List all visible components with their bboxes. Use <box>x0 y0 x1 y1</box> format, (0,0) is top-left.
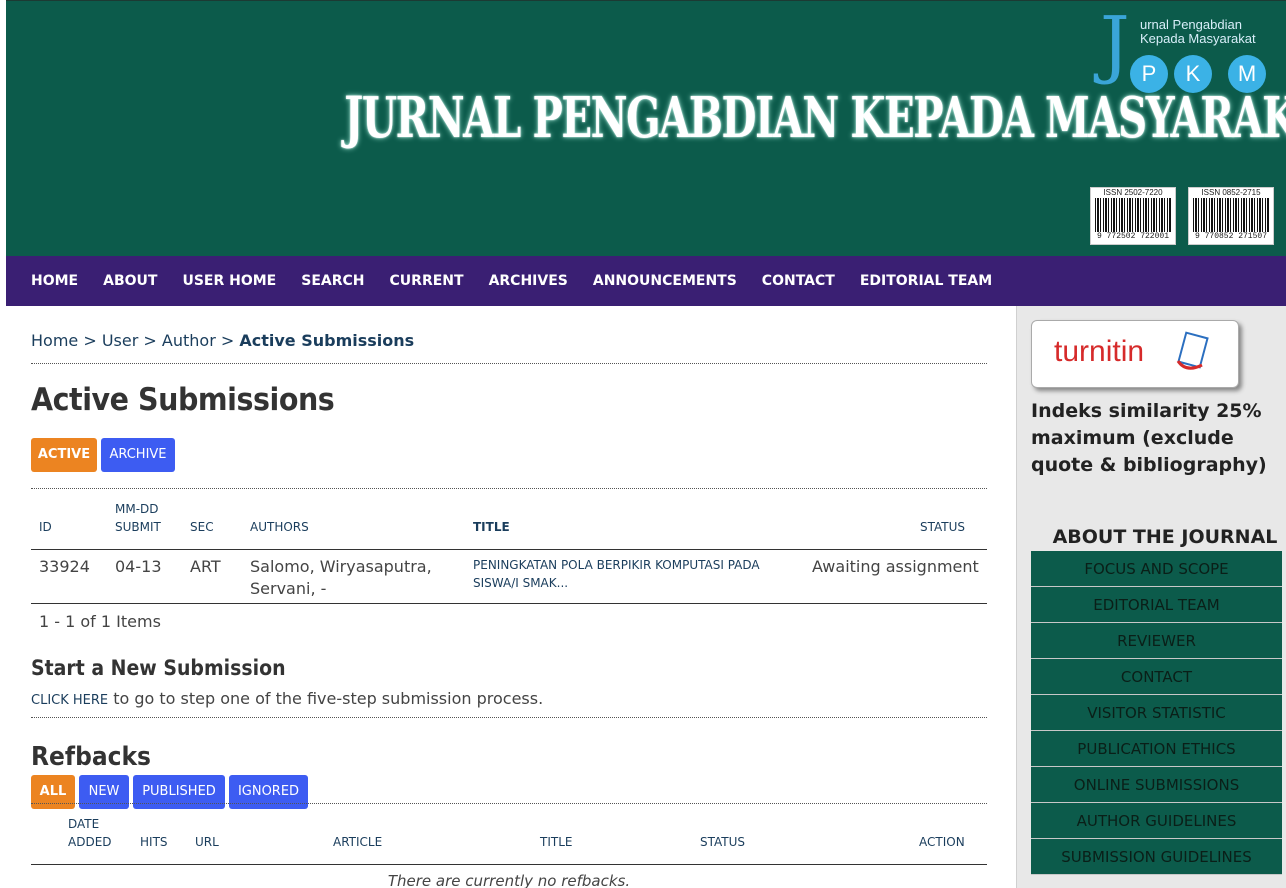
similarity-note: Indeks similarity 25% maximum (exclude q… <box>1031 400 1267 476</box>
nav-archives[interactable]: ARCHIVES <box>489 273 568 289</box>
issn-label: ISSN 2502-7220 <box>1103 188 1163 197</box>
cell-sec: ART <box>190 557 221 576</box>
breadcrumb-separator: > <box>83 331 97 350</box>
click-here-link[interactable]: CLICK HERE <box>31 693 108 708</box>
nav-contact[interactable]: CONTACT <box>762 273 835 289</box>
table-end-rule <box>31 603 987 604</box>
ref-col-title[interactable]: TITLE <box>540 833 572 851</box>
about-journal-menu: FOCUS AND SCOPE EDITORIAL TEAM REVIEWER … <box>1031 551 1282 875</box>
ref-col-action[interactable]: ACTION <box>919 833 965 851</box>
breadcrumb-separator: > <box>220 331 235 350</box>
about-journal-heading: ABOUT THE JOURNAL <box>1052 526 1278 548</box>
new-submission-text: CLICK HERE to go to step one of the five… <box>31 689 543 708</box>
barcode-number: 9 770852 271507 <box>1194 232 1267 241</box>
ref-col-date-line2[interactable]: ADDED <box>68 833 112 851</box>
table-header-rule <box>31 549 987 550</box>
breadcrumb-separator: > <box>143 331 157 350</box>
logo-text-line1: urnal Pengabdian <box>1140 17 1242 32</box>
nav-home[interactable]: HOME <box>31 273 78 289</box>
cell-id: 33924 <box>39 557 90 576</box>
breadcrumb-home[interactable]: Home <box>31 331 78 350</box>
menu-author-guidelines[interactable]: AUTHOR GUIDELINES <box>1031 803 1282 839</box>
breadcrumb: Home > User > Author > Active Submission… <box>31 331 414 350</box>
ref-col-url[interactable]: URL <box>195 833 219 851</box>
nav-user-home[interactable]: USER HOME <box>182 273 276 289</box>
turnitin-logo-text: turnitin <box>1054 335 1145 368</box>
col-header-date-line2[interactable]: SUBMIT <box>115 518 161 536</box>
ref-col-article[interactable]: ARTICLE <box>333 833 382 851</box>
cell-authors: Salomo, Wiryasaputra, Servani, - <box>250 557 432 598</box>
no-refbacks-message: There are currently no refbacks. <box>387 872 631 888</box>
col-header-title[interactable]: TITLE <box>473 518 510 536</box>
menu-submission-guidelines[interactable]: SUBMISSION GUIDELINES <box>1031 839 1282 875</box>
logo-text-line2: Kepada Masyarakat <box>1140 31 1256 46</box>
col-header-status[interactable]: STATUS <box>920 518 965 536</box>
issn-barcode-online: ISSN 0852-2715 9 770852 271507 <box>1188 187 1274 245</box>
col-header-authors[interactable]: AUTHORS <box>250 518 309 536</box>
menu-publication-ethics[interactable]: PUBLICATION ETHICS <box>1031 731 1282 767</box>
ref-header-rule <box>31 864 987 865</box>
logo-circle-k: K <box>1174 55 1212 93</box>
logo-circle-m: M <box>1228 55 1266 93</box>
refbacks-heading: Refbacks <box>31 742 151 772</box>
logo-circle-p: P <box>1130 55 1168 93</box>
main-navigation: HOME ABOUT USER HOME SEARCH CURRENT ARCH… <box>6 256 1286 306</box>
divider <box>31 803 987 804</box>
col-header-id[interactable]: ID <box>39 518 52 536</box>
nav-search[interactable]: SEARCH <box>301 273 364 289</box>
divider <box>31 488 987 489</box>
journal-logo[interactable]: J urnal Pengabdian Kepada Masyarakat P K… <box>1098 7 1278 99</box>
nav-about[interactable]: ABOUT <box>103 273 157 289</box>
nav-editorial-team[interactable]: EDITORIAL TEAM <box>860 273 992 289</box>
nav-current[interactable]: CURRENT <box>390 273 464 289</box>
ref-col-date-line1[interactable]: DATE <box>68 815 99 833</box>
menu-online-submissions[interactable]: ONLINE SUBMISSIONS <box>1031 767 1282 803</box>
barcode-bars <box>1095 198 1171 232</box>
col-header-date-line1[interactable]: MM-DD <box>115 500 159 518</box>
turnitin-document-icon <box>1176 331 1209 370</box>
cell-title-link[interactable]: PENINGKATAN POLA BERPIKIR KOMPUTASI PADA… <box>473 556 773 592</box>
issn-barcode-print: ISSN 2502-7220 9 772502 722001 <box>1090 187 1176 245</box>
new-submission-heading: Start a New Submission <box>31 656 286 680</box>
tab-archive[interactable]: ARCHIVE <box>101 438 175 472</box>
ref-col-status[interactable]: STATUS <box>700 833 745 851</box>
nav-announcements[interactable]: ANNOUNCEMENTS <box>593 273 737 289</box>
issn-label: ISSN 0852-2715 <box>1201 188 1261 197</box>
page-title: Active Submissions <box>31 382 335 418</box>
cell-date: 04-13 <box>115 557 162 576</box>
pagination-info: 1 - 1 of 1 Items <box>39 612 161 631</box>
divider <box>31 363 987 364</box>
ref-col-hits[interactable]: HITS <box>140 833 168 851</box>
turnitin-banner[interactable]: turnitin <box>1031 320 1239 388</box>
logo-j-glyph: J <box>1100 1 1130 87</box>
barcode-number: 9 772502 722001 <box>1096 232 1169 241</box>
breadcrumb-user[interactable]: User <box>102 331 138 350</box>
divider <box>31 717 987 718</box>
cell-status: Awaiting assignment <box>812 557 979 576</box>
menu-focus-and-scope[interactable]: FOCUS AND SCOPE <box>1031 551 1282 587</box>
menu-contact[interactable]: CONTACT <box>1031 659 1282 695</box>
menu-editorial-team[interactable]: EDITORIAL TEAM <box>1031 587 1282 623</box>
site-header: JURNAL PENGABDIAN KEPADA MASYARAKAT J ur… <box>6 0 1286 256</box>
new-submission-description: to go to step one of the five-step submi… <box>108 689 544 708</box>
tab-active[interactable]: ACTIVE <box>31 438 97 472</box>
barcode-bars <box>1193 198 1269 232</box>
menu-reviewer[interactable]: REVIEWER <box>1031 623 1282 659</box>
breadcrumb-author[interactable]: Author <box>162 331 216 350</box>
sidebar: turnitin Indeks similarity 25% maximum (… <box>1016 306 1286 888</box>
breadcrumb-current[interactable]: Active Submissions <box>239 331 414 350</box>
menu-visitor-statistic[interactable]: VISITOR STATISTIC <box>1031 695 1282 731</box>
journal-banner-title: JURNAL PENGABDIAN KEPADA MASYARAKAT <box>344 85 1286 151</box>
col-header-sec[interactable]: SEC <box>190 518 214 536</box>
